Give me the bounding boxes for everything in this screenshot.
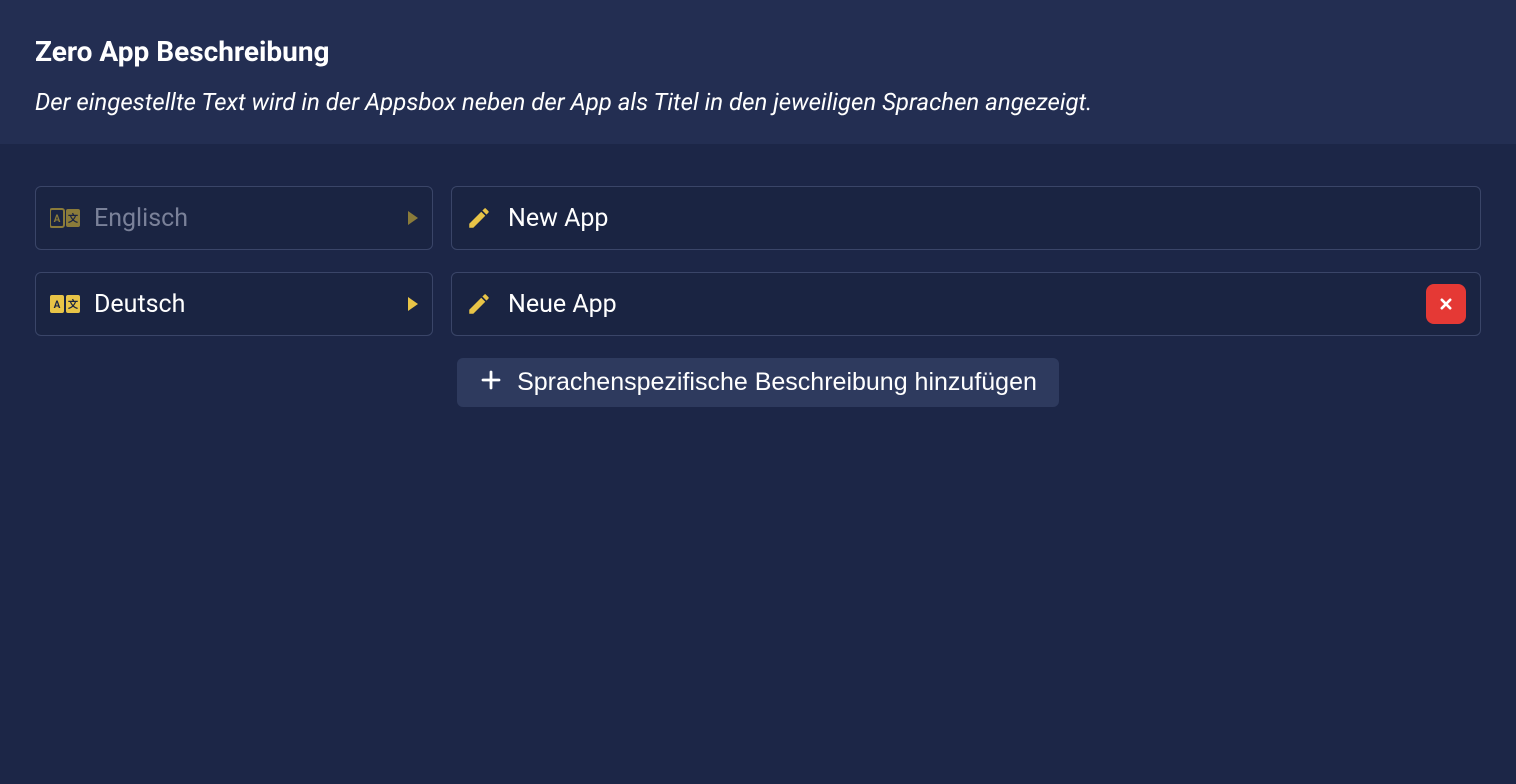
header-section: Zero App Beschreibung Der eingestellte T… xyxy=(0,0,1516,144)
svg-text:文: 文 xyxy=(68,298,79,311)
chevron-right-icon xyxy=(408,297,418,311)
description-input-english[interactable]: New App xyxy=(451,186,1481,250)
close-icon xyxy=(1436,294,1456,314)
pencil-icon xyxy=(466,291,492,317)
page-title: Zero App Beschreibung xyxy=(35,35,1481,68)
add-button-row: Sprachenspezifische Beschreibung hinzufü… xyxy=(35,358,1481,407)
content-section: A 文 Englisch New App A xyxy=(0,144,1516,449)
pencil-icon xyxy=(466,205,492,231)
language-label: Englisch xyxy=(94,204,408,233)
plus-icon xyxy=(479,368,503,397)
page-description: Der eingestellte Text wird in der Appsbo… xyxy=(35,88,1481,116)
chevron-right-icon xyxy=(408,211,418,225)
language-select-deutsch[interactable]: A 文 Deutsch xyxy=(35,272,433,336)
language-select-english[interactable]: A 文 Englisch xyxy=(35,186,433,250)
add-button-label: Sprachenspezifische Beschreibung hinzufü… xyxy=(517,368,1037,397)
svg-text:A: A xyxy=(54,214,61,225)
svg-text:A: A xyxy=(54,300,61,311)
language-label: Deutsch xyxy=(94,290,408,319)
description-input-deutsch[interactable]: Neue App xyxy=(451,272,1481,336)
description-value: New App xyxy=(508,204,1466,233)
language-icon: A 文 xyxy=(50,206,82,230)
language-icon: A 文 xyxy=(50,292,82,316)
language-row: A 文 Englisch New App xyxy=(35,186,1481,250)
language-row: A 文 Deutsch Neue App xyxy=(35,272,1481,336)
svg-text:文: 文 xyxy=(68,212,79,225)
description-value: Neue App xyxy=(508,290,1416,319)
delete-button[interactable] xyxy=(1426,284,1466,324)
add-language-button[interactable]: Sprachenspezifische Beschreibung hinzufü… xyxy=(457,358,1059,407)
